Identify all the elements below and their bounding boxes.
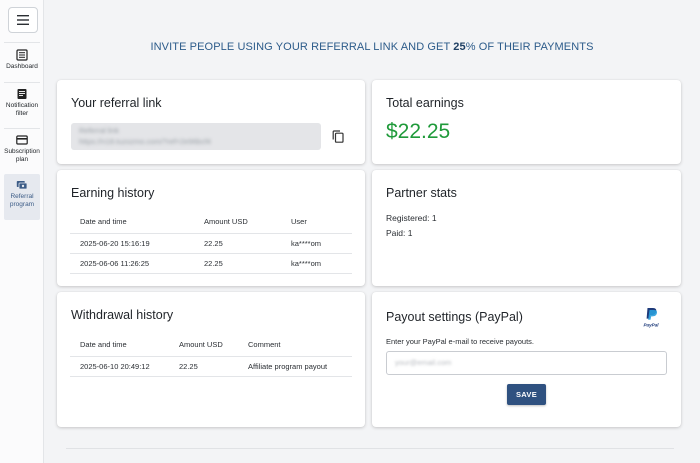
- referral-icon: [16, 179, 28, 191]
- total-earnings-card: Total earnings $22.25: [372, 80, 681, 164]
- table-cell: ka****om: [281, 232, 352, 253]
- card-title: Payout settings (PayPal): [386, 310, 523, 324]
- column-header: Comment: [248, 340, 281, 350]
- payout-settings-card: Payout settings (PayPal) PayPal Enter yo…: [372, 292, 681, 427]
- headline-suffix: % OF THEIR PAYMENTS: [465, 41, 594, 53]
- copy-icon[interactable]: [332, 130, 344, 143]
- card-title: Partner stats: [386, 186, 457, 200]
- withdrawal-history-table: Date and time Amount USD Comment 2025-06…: [70, 334, 352, 377]
- table-cell: 22.25: [194, 232, 281, 253]
- sidebar-item-referral-program[interactable]: Referral program: [4, 174, 40, 220]
- headline-percent: 25: [453, 41, 466, 53]
- svg-text:PayPal: PayPal: [643, 323, 659, 328]
- column-header: Date and time: [80, 217, 127, 227]
- column-header: Amount USD: [179, 340, 223, 350]
- referral-link-label: Referral link: [79, 126, 120, 135]
- table-cell: 22.25: [194, 252, 281, 274]
- total-earnings-value: $22.25: [386, 120, 451, 143]
- table-row: 2025-06-10 20:49:12 22.25 Affiliate prog…: [70, 355, 352, 377]
- referral-link-card: Your referral link Referral link https:/…: [57, 80, 365, 164]
- credit-card-icon: [16, 134, 28, 146]
- column-header: Amount USD: [204, 217, 248, 227]
- earning-history-table: Date and time Amount USD User 2025-06-20…: [70, 211, 352, 274]
- sidebar-item-subscription-plan[interactable]: Subscription plan: [4, 128, 40, 170]
- dashboard-icon: [16, 49, 28, 61]
- earning-history-card: Earning history Date and time Amount USD…: [57, 170, 365, 286]
- hamburger-icon: [17, 15, 29, 25]
- column-header: User: [291, 217, 307, 227]
- table-row: 2025-06-20 15:16:19 22.25 ka****om: [70, 232, 352, 253]
- headline-prefix: INVITE PEOPLE USING YOUR REFERRAL LINK A…: [150, 41, 454, 53]
- footer-divider: [66, 448, 674, 449]
- note-icon: [16, 88, 28, 100]
- registered-count: Registered: 1: [386, 213, 437, 223]
- table-row: 2025-06-06 11:26:25 22.25 ka****om: [70, 252, 352, 274]
- card-title: Your referral link: [71, 96, 162, 110]
- sidebar: Dashboard Notification filter Subscripti…: [0, 0, 44, 463]
- table-cell: 22.25: [169, 355, 238, 377]
- paypal-logo-icon: PayPal: [636, 306, 666, 328]
- payout-description: Enter your PayPal e-mail to receive payo…: [386, 337, 534, 346]
- sidebar-item-label: Subscription plan: [4, 148, 40, 163]
- table-cell: 2025-06-06 11:26:25: [70, 252, 194, 274]
- menu-button[interactable]: [8, 7, 38, 33]
- sidebar-item-label: Notification filter: [5, 102, 39, 117]
- sidebar-item-label: Referral program: [9, 193, 35, 208]
- card-title: Withdrawal history: [71, 308, 174, 322]
- sidebar-item-notification-filter[interactable]: Notification filter: [4, 82, 40, 124]
- referral-link-field[interactable]: Referral link https://n18.tuzozmo.com/?r…: [71, 123, 321, 150]
- sidebar-item-label: Dashboard: [6, 63, 38, 70]
- table-cell: Affiliate program payout: [238, 355, 352, 377]
- paid-count: Paid: 1: [386, 228, 413, 238]
- card-title: Total earnings: [386, 96, 464, 110]
- page-headline: INVITE PEOPLE USING YOUR REFERRAL LINK A…: [44, 41, 700, 53]
- withdrawal-history-card: Withdrawal history Date and time Amount …: [57, 292, 365, 427]
- paypal-email-input[interactable]: [386, 351, 667, 375]
- table-cell: 2025-06-20 15:16:19: [70, 232, 194, 253]
- table-cell: 2025-06-10 20:49:12: [70, 355, 169, 377]
- partner-stats-card: Partner stats Registered: 1 Paid: 1: [372, 170, 681, 286]
- referral-link-value: https://n18.tuzozmo.com/?ref=2e96bcf4: [79, 137, 211, 146]
- table-cell: ka****om: [281, 252, 352, 274]
- card-title: Earning history: [71, 186, 155, 200]
- save-button[interactable]: SAVE: [507, 384, 546, 405]
- table-header-row: Date and time Amount USD User: [70, 211, 352, 233]
- column-header: Date and time: [80, 340, 127, 350]
- sidebar-item-dashboard[interactable]: Dashboard: [4, 42, 40, 78]
- table-header-row: Date and time Amount USD Comment: [70, 334, 352, 356]
